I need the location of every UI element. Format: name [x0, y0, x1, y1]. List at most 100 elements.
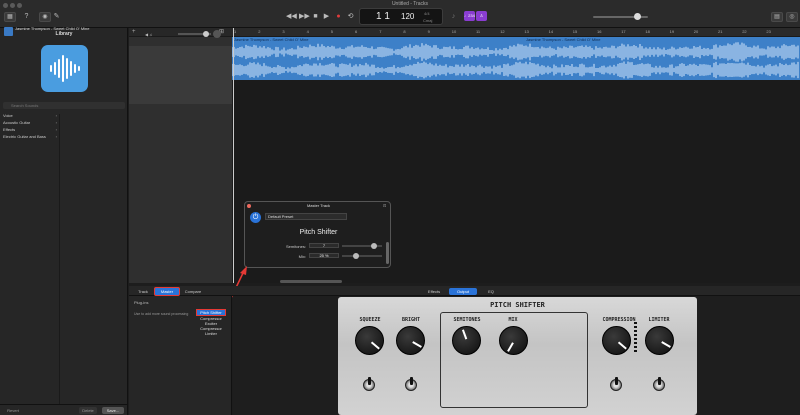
audio-region[interactable]: Jasmine Thompson - Sweet Child O' Mine J…: [232, 37, 800, 80]
library-panel: Library Search Sounds Voice › Acoustic Gu…: [0, 28, 128, 415]
toolbar: Untitled - Tracks ▦ ? ◉ ✎ ◀◀ ▶▶ ■ ▶ ● ⟲ …: [0, 0, 800, 28]
compression-knob[interactable]: [602, 326, 631, 355]
library-item-voice[interactable]: Voice ›: [3, 113, 59, 119]
compression-toggle[interactable]: [610, 377, 622, 391]
tab-output[interactable]: Output: [449, 288, 477, 295]
horizontal-scrollbar[interactable]: [280, 280, 342, 283]
ruler-tick: 7: [379, 29, 382, 34]
region-label-left: Jasmine Thompson - Sweet Child O' Mine: [234, 37, 309, 42]
record-icon[interactable]: ●: [334, 12, 343, 21]
mix-label: Mix:: [298, 254, 306, 259]
semitones-knob[interactable]: [452, 326, 481, 355]
library-patch-icon: [41, 45, 88, 92]
chevron-right-icon: ›: [55, 113, 57, 118]
smart-controls-header: Track Master Compare Effects Output EQ: [129, 286, 800, 296]
ruler-tick: 14: [548, 29, 554, 34]
editors-scissors-icon[interactable]: ✎: [52, 12, 61, 21]
timeline-ruler[interactable]: 1 2 3 4 5 6 7 8 9 10 11 12 13 14 15 16 17 18 19 20 21 22 23: [232, 28, 800, 37]
semitones-knob-label: SEMITONES: [453, 317, 481, 323]
ruler-tick: 13: [524, 29, 529, 34]
library-item-label: Effects: [3, 127, 16, 132]
bright-toggle[interactable]: [405, 377, 417, 391]
close-window-button[interactable]: [3, 3, 8, 8]
ruler-tick: 6: [355, 29, 358, 34]
semitones-slider-knob[interactable]: [371, 243, 377, 249]
zoom-window-button[interactable]: [17, 3, 22, 8]
compare-button[interactable]: Compare: [182, 288, 204, 295]
plugins-hint: Use to add more sound processing: [134, 312, 189, 316]
help-icon[interactable]: ?: [22, 12, 31, 21]
plugin-heading: Pitch Shifter: [299, 229, 338, 236]
squeeze-toggle[interactable]: [363, 377, 375, 391]
ruler-tick: 19: [669, 29, 675, 34]
ruler-tick: 21: [718, 29, 723, 34]
smart-controls-button[interactable]: ◉: [39, 12, 51, 22]
mix-knob[interactable]: [499, 326, 528, 355]
limiter-knob[interactable]: [645, 326, 674, 355]
rewind-icon[interactable]: ◀◀: [286, 12, 297, 21]
mix-slider[interactable]: [342, 255, 382, 257]
chevron-right-icon: ›: [55, 120, 57, 125]
tab-master[interactable]: Master: [154, 287, 180, 296]
ruler-tick: 3: [282, 29, 285, 34]
lcd-display[interactable]: 1 1 120 4/4 Cmaj: [359, 8, 443, 25]
fast-forward-icon[interactable]: ▶▶: [299, 12, 310, 21]
limiter-label: LIMITER: [648, 317, 670, 323]
plugin-slot-limiter[interactable]: Limiter: [196, 331, 226, 336]
go-to-beginning-icon[interactable]: ■: [311, 12, 320, 21]
waveform: [232, 42, 799, 79]
mix-field[interactable]: 25 %: [309, 253, 339, 258]
ruler-tick: 9: [427, 29, 430, 34]
library-item-electric-guitar[interactable]: Electric Guitar and Bass ›: [3, 134, 59, 140]
ruler-tick: 18: [645, 29, 650, 34]
plugins-heading: Plug-ins: [134, 300, 149, 305]
library-item-effects[interactable]: Effects ›: [3, 127, 59, 133]
revert-button[interactable]: Revert: [4, 407, 22, 414]
lcd-time-signature: 4/4: [424, 11, 430, 16]
tab-effects[interactable]: Effects: [423, 288, 445, 295]
ruler-tick: 2: [258, 29, 261, 34]
notepad-button[interactable]: ▤: [771, 12, 783, 22]
tab-eq[interactable]: EQ: [481, 288, 501, 295]
track-volume-knob[interactable]: [203, 31, 209, 37]
track-row[interactable]: [129, 46, 232, 104]
mute-icon[interactable]: ◀ ♫: [145, 32, 152, 37]
track-pan-knob[interactable]: [213, 30, 221, 38]
add-track-icon[interactable]: +: [132, 29, 136, 35]
power-icon[interactable]: ⏻: [250, 212, 261, 223]
metronome-icon[interactable]: ♙: [476, 11, 487, 21]
playhead[interactable]: [233, 28, 234, 283]
lcd-key: Cmaj: [423, 18, 433, 23]
tuner-icon[interactable]: ♪: [449, 12, 458, 21]
delete-button[interactable]: Delete: [79, 407, 97, 414]
save-button[interactable]: Save...: [102, 407, 124, 414]
library-item-acoustic-guitar[interactable]: Acoustic Guitar ›: [3, 120, 59, 126]
ruler-tick: 16: [597, 29, 602, 34]
tab-track[interactable]: Track: [134, 288, 152, 295]
play-icon[interactable]: ▶: [322, 12, 331, 21]
ruler-tick: 10: [451, 29, 457, 34]
plugin-scrollbar[interactable]: [386, 242, 389, 264]
compression-meter: [634, 322, 638, 354]
library-search-input[interactable]: Search Sounds: [3, 102, 125, 109]
bright-knob[interactable]: [396, 326, 425, 355]
limiter-toggle[interactable]: [653, 377, 665, 391]
ruler-tick: 12: [500, 29, 505, 34]
expand-icon[interactable]: ⊡: [383, 203, 386, 208]
library-toggle-button[interactable]: ▦: [4, 12, 16, 22]
mix-slider-knob[interactable]: [353, 253, 359, 259]
plugin-slot-pitch-shifter[interactable]: Pitch Shifter: [196, 309, 226, 316]
ruler-tick: 15: [572, 29, 578, 34]
master-volume-knob[interactable]: [634, 13, 641, 20]
loop-browser-button[interactable]: ◎: [786, 12, 798, 22]
ruler-tick: 1: [234, 29, 237, 34]
semitones-field[interactable]: 7: [309, 243, 339, 248]
preset-dropdown[interactable]: Default Preset: [265, 213, 347, 220]
pitch-shifter-pedal: PITCH SHIFTER SQUEEZE BRIGHT SEMITONES M…: [338, 297, 697, 415]
semitones-label: Semitones:: [285, 244, 306, 249]
squeeze-knob[interactable]: [355, 326, 384, 355]
cycle-icon[interactable]: ⟲: [346, 12, 355, 21]
window-title: Untitled - Tracks: [391, 1, 429, 7]
minimize-window-button[interactable]: [10, 3, 15, 8]
count-in-button[interactable]: ♩234: [464, 11, 475, 21]
